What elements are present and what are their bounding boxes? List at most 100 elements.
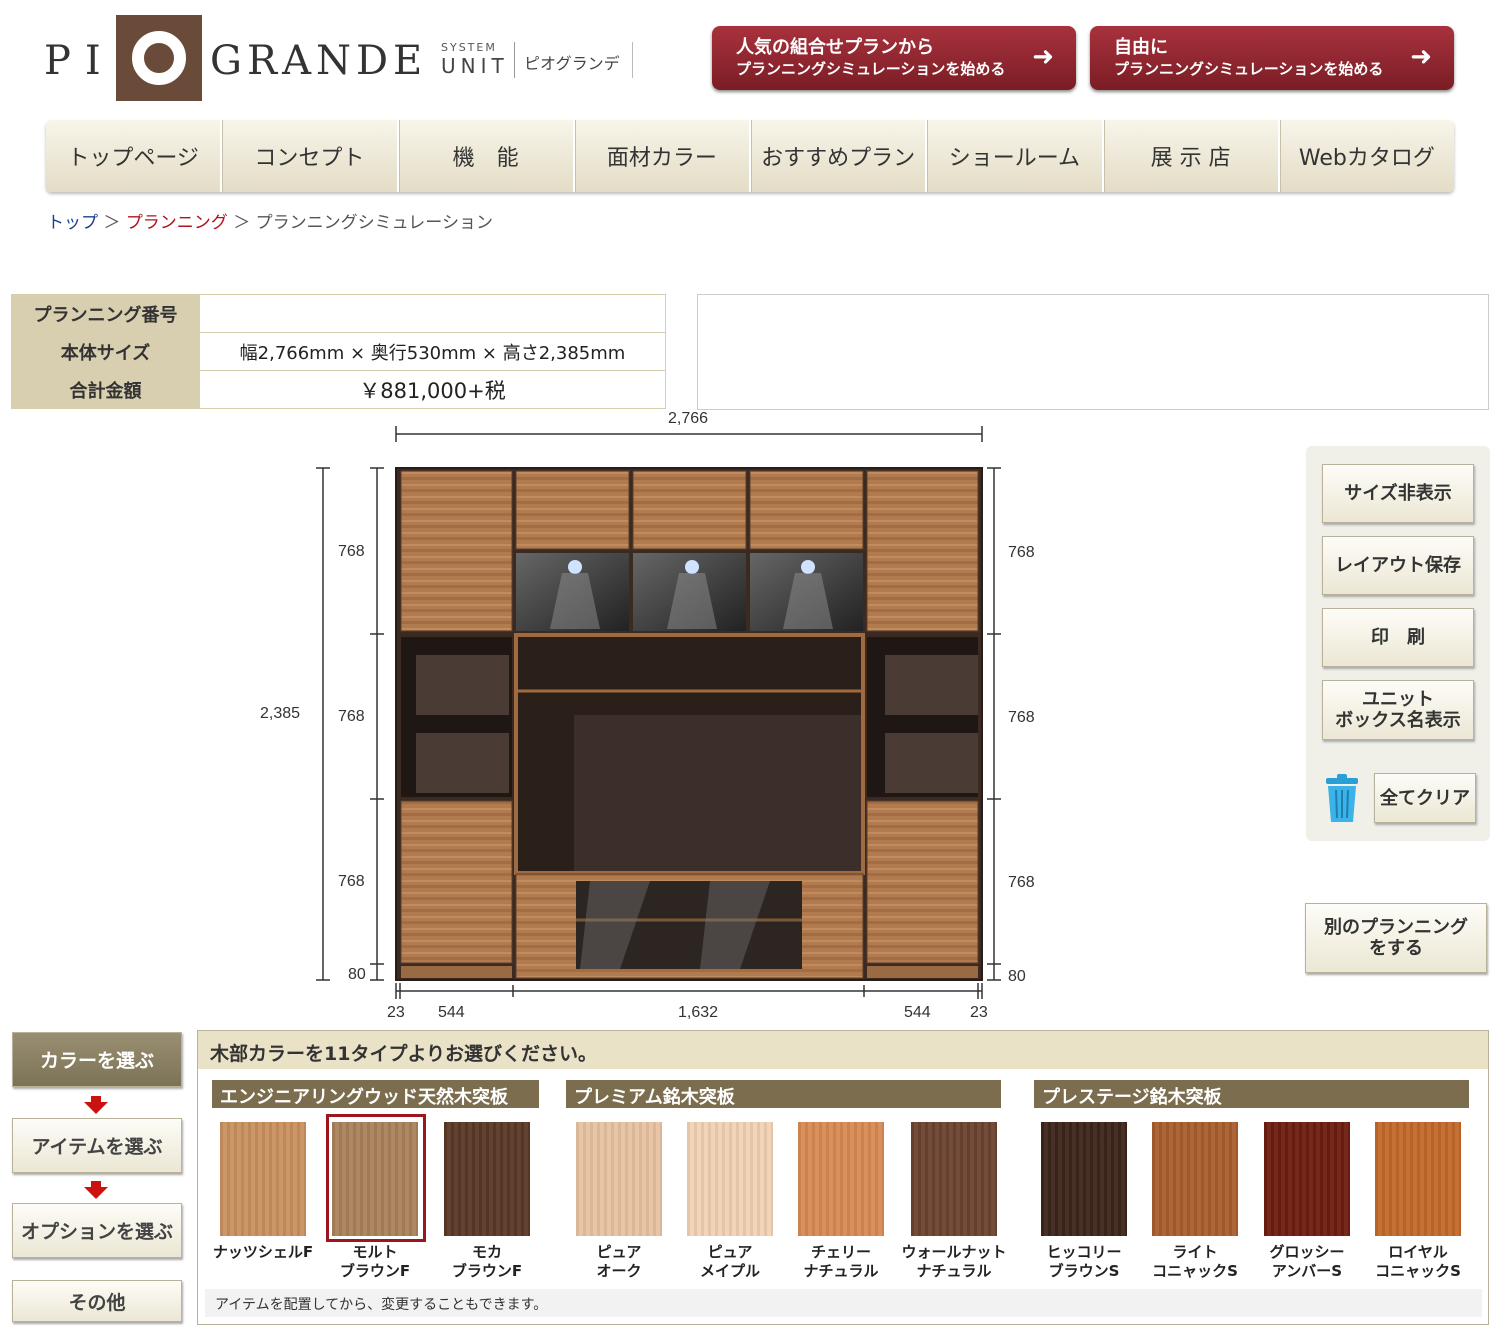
new-planning-button[interactable]: 別のプランニング をする — [1305, 903, 1487, 973]
color-swatch[interactable] — [911, 1122, 997, 1236]
category-premium: プレミアム銘木突板 — [566, 1080, 1001, 1108]
button-line1: 別のプランニング — [1324, 917, 1468, 938]
color-swatch-label: ピュア オーク — [559, 1243, 679, 1281]
button-line1: ユニット — [1362, 689, 1434, 710]
arrow-right-icon: ➜ — [1032, 42, 1054, 72]
color-swatch-label: グロッシー アンバーS — [1247, 1243, 1367, 1281]
furniture-layout-diagram[interactable]: 2,766 2,385 768 768 768 80 768 768 768 8… — [250, 405, 1050, 1025]
color-swatch[interactable] — [576, 1122, 662, 1236]
swatch-label-line1: ナッツシェルF — [212, 1243, 314, 1261]
breadcrumb-separator: ＞ — [103, 213, 121, 233]
step-select-color[interactable]: カラーを選ぶ — [12, 1032, 182, 1087]
column-width-center: 1,632 — [678, 1004, 718, 1021]
save-layout-button[interactable]: レイアウト保存 — [1322, 536, 1474, 595]
base-height-label: 80 — [1008, 968, 1026, 985]
step-other[interactable]: その他 — [12, 1280, 182, 1322]
color-swatch[interactable] — [1375, 1122, 1461, 1236]
color-swatch-label: ヒッコリー ブラウンS — [1024, 1243, 1144, 1281]
plan-info-table: プランニング番号 本体サイズ 幅2,766mm × 奥行530mm × 高さ2,… — [11, 294, 666, 409]
button-line2: ボックス名表示 — [1335, 710, 1461, 731]
logo-unit-text: UNIT — [441, 54, 509, 78]
nav-features[interactable]: 機 能 — [399, 120, 575, 192]
category-engineering-wood: エンジニアリングウッド天然木突板 — [212, 1080, 539, 1108]
logo-divider — [514, 42, 515, 78]
cta-line2: プランニングシミュレーションを始める — [736, 60, 1006, 78]
step-select-option[interactable]: オプションを選ぶ — [12, 1203, 182, 1258]
color-swatch[interactable] — [1264, 1122, 1350, 1236]
nav-plans[interactable]: おすすめプラン — [751, 120, 928, 192]
nav-top[interactable]: トップページ — [46, 120, 223, 192]
print-button[interactable]: 印 刷 — [1322, 608, 1474, 667]
plan-number-value — [199, 294, 666, 333]
toggle-size-button[interactable]: サイズ非表示 — [1322, 464, 1474, 523]
breadcrumb-top-link[interactable]: トップ — [47, 213, 98, 233]
color-swatch-label: モカ ブラウンF — [427, 1243, 547, 1281]
popular-plan-start-button[interactable]: 人気の組合せプランから プランニングシミュレーションを始める ➜ — [712, 26, 1076, 90]
swatch-label-line2: ナチュラル — [916, 1262, 992, 1280]
swatch-label-line2: ブラウンF — [339, 1262, 411, 1280]
button-line2: をする — [1369, 938, 1423, 959]
swatch-label-line2: コニャックS — [1375, 1262, 1461, 1280]
swatch-label-line2: アンバーS — [1271, 1262, 1343, 1280]
nav-showroom[interactable]: ショールーム — [927, 120, 1104, 192]
color-swatch-label: ナッツシェルF — [203, 1243, 323, 1262]
color-swatch[interactable] — [798, 1122, 884, 1236]
color-swatch-label: モルト ブラウンF — [315, 1243, 435, 1281]
swatch-label-line1: ヒッコリー — [1046, 1243, 1122, 1261]
row-height-label: 768 — [338, 708, 365, 725]
color-swatch[interactable] — [1041, 1122, 1127, 1236]
swatch-label-line1: モカ — [471, 1243, 502, 1261]
free-plan-start-button[interactable]: 自由に プランニングシミュレーションを始める ➜ — [1090, 26, 1454, 90]
step-select-item[interactable]: アイテムを選ぶ — [12, 1118, 182, 1173]
body-size-value: 幅2,766mm × 奥行530mm × 高さ2,385mm — [199, 332, 666, 371]
swatch-label-line2: ナチュラル — [803, 1262, 879, 1280]
total-price-label: 合計金額 — [11, 370, 200, 409]
total-width-label: 2,766 — [668, 410, 708, 427]
logo-text-pi: PI — [44, 38, 115, 84]
color-swatch[interactable] — [687, 1122, 773, 1236]
breadcrumb: トップ ＞ プランニング ＞ プランニングシミュレーション — [47, 208, 493, 233]
main-nav: トップページ コンセプト 機 能 面材カラー おすすめプラン ショールーム 展 … — [46, 120, 1454, 192]
swatch-label-line1: ピュア — [707, 1243, 753, 1261]
swatch-label-line1: ロイヤル — [1388, 1243, 1448, 1261]
side-width-right: 23 — [970, 1004, 988, 1021]
cabinet-unit[interactable] — [395, 467, 983, 981]
swatch-label-line1: ライト — [1172, 1243, 1218, 1261]
color-swatch[interactable] — [444, 1122, 530, 1236]
swatch-label-line1: グロッシー — [1269, 1243, 1345, 1261]
color-panel-heading: 木部カラーを11タイプよりお選びください。 — [198, 1031, 1488, 1069]
nav-colors[interactable]: 面材カラー — [575, 120, 751, 192]
color-swatch-label: チェリー ナチュラル — [781, 1243, 901, 1281]
color-note: アイテムを配置してから、変更することもできます。 — [205, 1289, 1482, 1317]
column-width-left: 544 — [438, 1004, 465, 1021]
arrow-down-icon — [84, 1102, 108, 1114]
swatch-label-line1: ウォールナット — [901, 1243, 1007, 1261]
arrow-down-icon — [84, 1187, 108, 1199]
width-dimension-line — [395, 426, 983, 442]
breadcrumb-planning-link[interactable]: プランニング — [126, 213, 228, 233]
swatch-label-line1: ピュア — [596, 1243, 642, 1261]
message-box — [697, 294, 1489, 410]
nav-stores[interactable]: 展 示 店 — [1104, 120, 1280, 192]
column-width-right: 544 — [904, 1004, 931, 1021]
color-swatch-label: ロイヤル コニャックS — [1358, 1243, 1478, 1281]
bottom-dimension-line — [395, 983, 983, 999]
color-swatch[interactable] — [332, 1122, 418, 1236]
total-price-value: ￥881,000+税 — [199, 370, 666, 409]
total-height-label: 2,385 — [260, 705, 300, 722]
nav-concept[interactable]: コンセプト — [222, 120, 399, 192]
swatch-label-line2: コニャックS — [1152, 1262, 1238, 1280]
show-unit-names-button[interactable]: ユニット ボックス名表示 — [1322, 680, 1474, 740]
side-width-left: 23 — [387, 1004, 405, 1021]
color-swatch[interactable] — [1152, 1122, 1238, 1236]
breadcrumb-current: プランニングシミュレーション — [255, 213, 493, 233]
clear-all-button[interactable]: 全てクリア — [1374, 773, 1476, 823]
color-swatch-label: ウォールナット ナチュラル — [894, 1243, 1014, 1281]
nav-catalog[interactable]: Webカタログ — [1280, 120, 1454, 192]
cta-line2: プランニングシミュレーションを始める — [1114, 60, 1384, 78]
color-swatch[interactable] — [220, 1122, 306, 1236]
row-height-label: 768 — [1008, 544, 1035, 561]
logo-divider — [632, 42, 633, 78]
trash-icon[interactable] — [1322, 774, 1362, 824]
category-prestige: プレステージ銘木突板 — [1034, 1080, 1469, 1108]
